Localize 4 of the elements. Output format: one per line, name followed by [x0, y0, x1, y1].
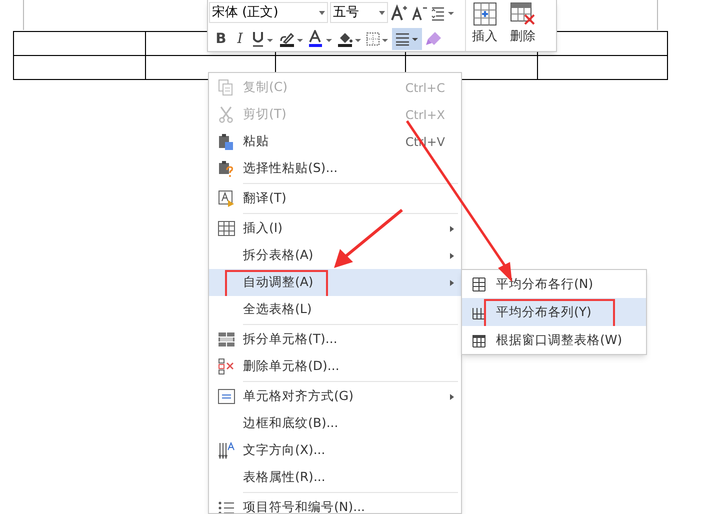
shortcut-text: Ctrl+C: [405, 80, 445, 96]
font-name: 宋体 (正文): [212, 4, 278, 22]
shortcut-text: Ctrl+X: [405, 106, 445, 124]
font-size: 五号: [333, 4, 359, 22]
